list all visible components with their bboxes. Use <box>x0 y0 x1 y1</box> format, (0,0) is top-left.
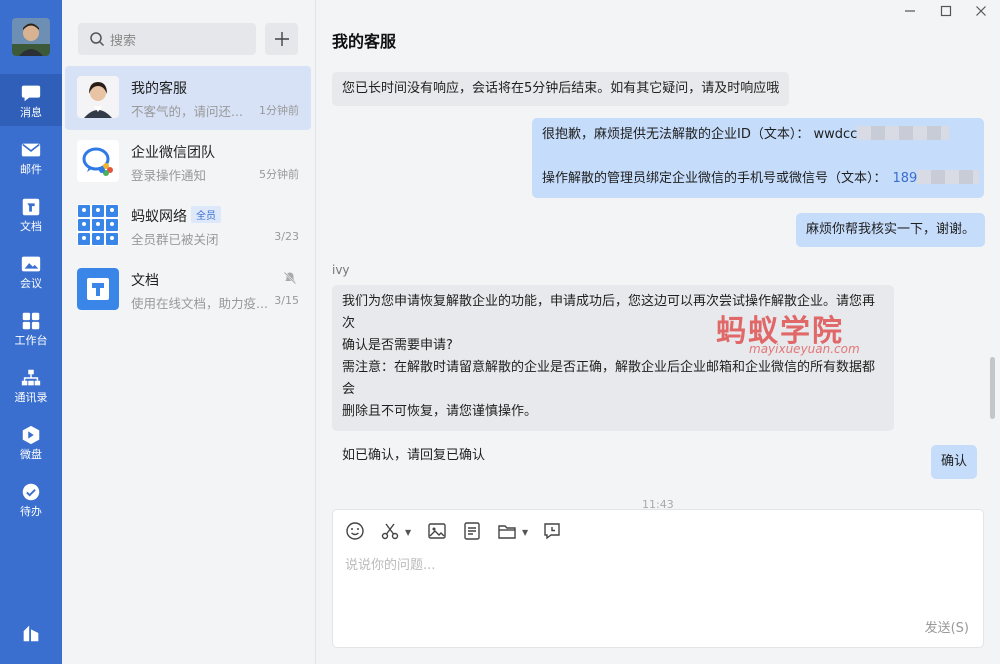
conversation-snippet: 使用在线文档，助力疫... <box>131 296 268 311</box>
nav-item-meeting[interactable]: 会议 <box>0 245 62 297</box>
chat-title: 我的客服 <box>332 32 397 51</box>
conversation-name: 文档 <box>131 273 159 289</box>
close-icon[interactable] <box>972 4 990 22</box>
scissors-icon[interactable] <box>380 521 400 541</box>
message-bubble: 我们为您申请恢复解散企业的功能，申请成功后，您这边可以再次尝试操作解散企业。请您… <box>332 285 894 463</box>
message-text: 操作解散的管理员绑定企业微信的手机号或微信号（文本）： <box>542 171 887 186</box>
message-line: 删除且不可恢复，请您谨慎操作。 <box>342 404 538 419</box>
conversation-snippet: 不客气的，请问还... <box>131 104 243 119</box>
conversation-name: 企业微信团队 <box>131 145 215 161</box>
nav-label: 消息 <box>20 105 42 119</box>
message-text: 确认 <box>941 454 968 469</box>
chat-bubble-icon <box>21 85 41 101</box>
message-line: 需注意：在解散时请留意解散的企业是否正确，解散企业后企业邮箱和企业微信的所有数据… <box>342 360 876 397</box>
conversation-name-text: 蚂蚁网络 <box>131 209 187 225</box>
nav-label: 待办 <box>20 504 42 518</box>
conversation-time: 1分钟前 <box>259 104 299 117</box>
group-avatar-icon <box>77 204 119 246</box>
wecom-logo-icon <box>77 140 119 182</box>
nav-item-messages[interactable]: 消息 <box>0 74 62 126</box>
building-icon <box>23 625 39 641</box>
todo-icon <box>22 483 40 500</box>
document-icon <box>22 198 40 215</box>
message-text: 您已长时间没有响应，会话将在5分钟后结束。如有其它疑问，请及时响应哦 <box>342 81 780 96</box>
search-input[interactable]: 搜索 <box>78 23 256 55</box>
add-button[interactable] <box>265 23 298 55</box>
redacted-id <box>857 126 950 140</box>
chevron-down-icon[interactable]: ▼ <box>522 528 528 537</box>
conversation-time: 5分钟前 <box>259 168 299 181</box>
message-text: 麻烦你帮我核实一下，谢谢。 <box>806 222 976 237</box>
drive-icon <box>22 425 40 444</box>
meeting-icon <box>21 256 41 271</box>
note-icon[interactable] <box>462 521 482 541</box>
phone-link[interactable]: 189 <box>893 171 918 186</box>
redacted-phone <box>917 170 980 184</box>
docs-app-icon <box>77 268 119 310</box>
chevron-down-icon[interactable]: ▼ <box>405 528 411 537</box>
conversation-list-panel: 搜索 我的客服 不客气的，请问还... 1分钟前 企业微信团队 登录操作通知 5… <box>62 0 316 664</box>
conversation-name: 我的客服 <box>131 81 187 97</box>
message-line: 我们为您申请恢复解散企业的功能，申请成功后，您这边可以再次尝试操作解散企业。请您… <box>342 294 876 331</box>
image-icon[interactable] <box>427 521 447 541</box>
nav-item-todo[interactable]: 待办 <box>0 473 62 525</box>
conversation-item[interactable]: 企业微信团队 登录操作通知 5分钟前 <box>65 130 311 194</box>
nav-item-contacts[interactable]: 通讯录 <box>0 359 62 411</box>
message-bubble: 麻烦你帮我核实一下，谢谢。 <box>796 213 986 247</box>
chat-header: 我的客服 <box>316 0 1000 60</box>
message-bubble: 您已长时间没有响应，会话将在5分钟后结束。如有其它疑问，请及时响应哦 <box>332 72 790 106</box>
conversation-time: 3/23 <box>274 230 299 243</box>
message-bubble: 确认 <box>931 445 978 479</box>
mail-icon <box>21 143 41 156</box>
nav-label: 微盘 <box>20 447 42 461</box>
contacts-icon <box>21 369 41 385</box>
nav-label: 邮件 <box>20 162 42 176</box>
conversation-snippet: 全员群已被关闭 <box>131 232 219 247</box>
message-input[interactable]: 说说你的问题... <box>345 554 435 573</box>
nav-label: 工作台 <box>14 333 48 347</box>
message-composer: ▼ ▼ 说说你的问题... 发送(S) <box>332 509 984 648</box>
nav-item-more[interactable] <box>0 608 62 660</box>
folder-icon[interactable] <box>497 521 517 541</box>
nav-item-workbench[interactable]: 工作台 <box>0 302 62 354</box>
nav-rail: 消息 邮件 文档 会议 工作台 通讯录 微盘 待办 <box>0 0 62 664</box>
nav-label: 通讯录 <box>14 390 48 404</box>
conversation-item[interactable]: 蚂蚁网络 全员 全员群已被关闭 3/23 <box>65 194 311 258</box>
scrollbar[interactable] <box>990 357 995 419</box>
minimize-icon[interactable] <box>901 4 919 22</box>
conversation-snippet: 登录操作通知 <box>131 168 207 183</box>
send-button[interactable]: 发送(S) <box>925 617 969 636</box>
plus-icon <box>274 32 289 46</box>
schedule-message-icon[interactable] <box>542 521 562 541</box>
nav-item-mail[interactable]: 邮件 <box>0 131 62 183</box>
user-avatar[interactable] <box>12 18 50 56</box>
nav-label: 会议 <box>20 276 42 290</box>
conversation-item[interactable]: 文档 使用在线文档，助力疫... 3/15 <box>65 258 311 322</box>
nav-label: 文档 <box>20 219 42 233</box>
message-line: 确认是否需要申请? <box>342 338 453 353</box>
emoji-icon[interactable] <box>345 521 365 541</box>
conversation-name: 蚂蚁网络 全员 <box>131 206 221 226</box>
mute-bell-icon <box>283 271 297 285</box>
nav-item-docs[interactable]: 文档 <box>0 188 62 240</box>
conversation-time: 3/15 <box>274 294 299 307</box>
message-bubble: 很抱歉，麻烦提供无法解散的企业ID（文本）： wwdcc 操作解散的管理员绑定企… <box>532 118 984 198</box>
message-text: 很抱歉，麻烦提供无法解散的企业ID（文本）： wwdcc <box>542 127 858 142</box>
all-members-badge: 全员 <box>191 206 221 223</box>
chat-panel: 我的客服 您已长时间没有响应，会话将在5分钟后结束。如有其它疑问，请及时响应哦 … <box>316 0 1000 664</box>
search-placeholder: 搜索 <box>110 33 137 49</box>
message-line: 操作解散的管理员绑定企业微信的手机号或微信号（文本）： 189 <box>542 168 980 190</box>
message-line: 如已确认，请回复已确认 <box>342 448 486 463</box>
search-icon <box>90 32 105 47</box>
workbench-icon <box>22 312 40 329</box>
message-line: 很抱歉，麻烦提供无法解散的企业ID（文本）： wwdcc <box>542 124 974 146</box>
nav-item-drive[interactable]: 微盘 <box>0 416 62 468</box>
conversation-item[interactable]: 我的客服 不客气的，请问还... 1分钟前 <box>65 66 311 130</box>
sender-name: ivy <box>332 263 350 277</box>
maximize-icon[interactable] <box>937 4 955 22</box>
agent-avatar <box>77 76 119 118</box>
